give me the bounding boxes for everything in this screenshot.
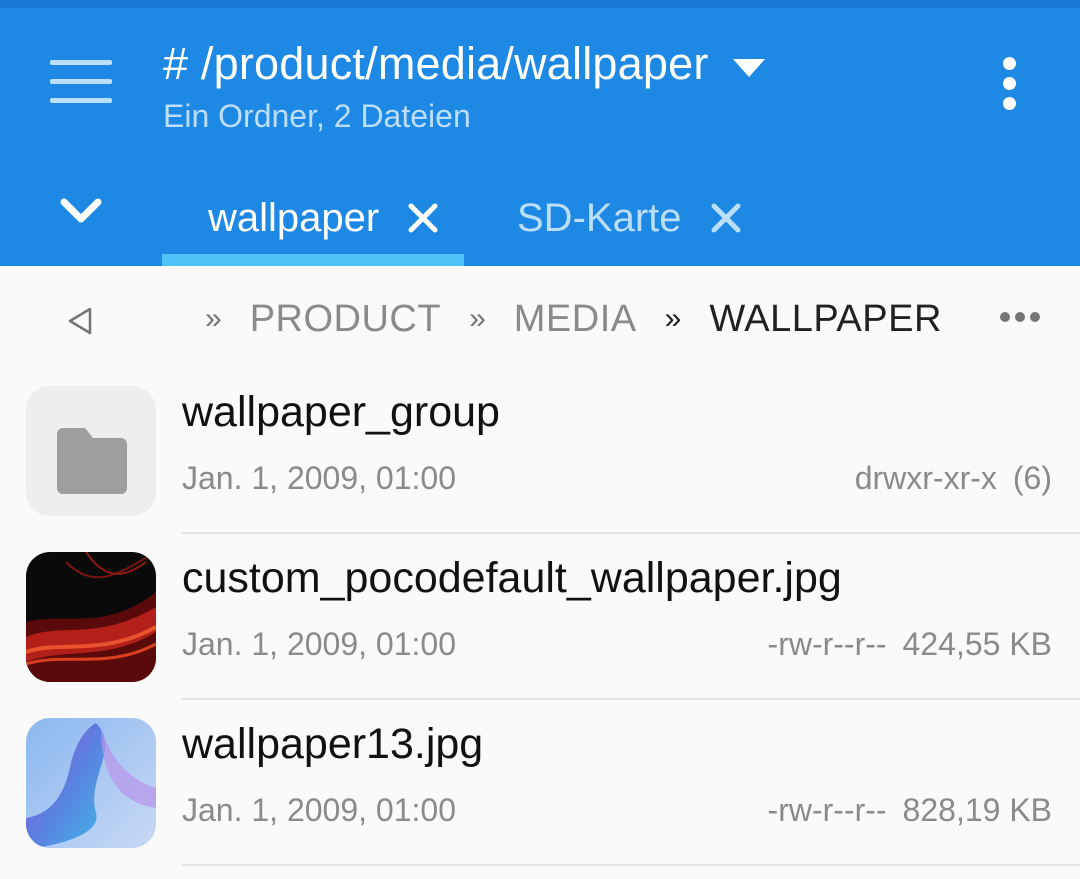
- file-size: (6): [1012, 460, 1052, 496]
- tab-label: SD-Karte: [517, 195, 682, 240]
- breadcrumb-media[interactable]: MEDIA: [514, 298, 637, 341]
- folder-thumbnail: [26, 386, 156, 516]
- file-size: 424,55 KB: [902, 626, 1052, 662]
- image-thumbnail: [26, 718, 156, 848]
- file-meta: drwxr-xr-x (6): [855, 460, 1052, 497]
- blue-purple-image: [26, 718, 156, 848]
- menu-icon[interactable]: [50, 60, 112, 104]
- file-permissions: -rw-r--r--: [767, 792, 887, 828]
- file-meta: -rw-r--r-- 424,55 KB: [768, 626, 1052, 663]
- file-permissions: drwxr-xr-x: [854, 460, 997, 496]
- file-date: Jan. 1, 2009, 01:00: [182, 460, 456, 496]
- breadcrumb-product[interactable]: PRODUCT: [250, 298, 441, 341]
- image-thumbnail: [26, 552, 156, 682]
- file-date: Jan. 1, 2009, 01:00: [182, 792, 456, 828]
- folder-summary: Ein Ordner, 2 Dateien: [163, 98, 471, 134]
- file-name: wallpaper_group: [182, 388, 500, 436]
- breadcrumb-wallpaper[interactable]: WALLPAPER: [709, 298, 942, 341]
- back-triangle-icon[interactable]: [66, 306, 96, 336]
- list-item[interactable]: custom_pocodefault_wallpaper.jpg Jan. 1,…: [0, 534, 1080, 700]
- breadcrumb-separator: »: [469, 302, 486, 335]
- close-icon[interactable]: [710, 202, 742, 234]
- app-bar: # /product/media/wallpaper Ein Ordner, 2…: [0, 0, 1080, 266]
- red-wave-image: [26, 552, 156, 682]
- file-name: custom_pocodefault_wallpaper.jpg: [182, 554, 842, 602]
- breadcrumb-separator: »: [664, 302, 682, 335]
- file-name: wallpaper13.jpg: [182, 720, 484, 768]
- breadcrumb-separator: »: [205, 302, 222, 335]
- list-item[interactable]: wallpaper_group Jan. 1, 2009, 01:00 drwx…: [0, 368, 1080, 534]
- tab-wallpaper[interactable]: wallpaper: [208, 170, 439, 266]
- more-horiz-icon[interactable]: [1000, 312, 1040, 324]
- tab-sd-karte[interactable]: SD-Karte: [517, 170, 742, 266]
- path-title-dropdown[interactable]: # /product/media/wallpaper: [163, 36, 765, 92]
- caret-down-icon: [732, 59, 765, 77]
- divider: [182, 864, 1080, 866]
- breadcrumb: » PRODUCT » MEDIA » WALLPAPER: [0, 266, 1080, 370]
- file-size: 828,19 KB: [902, 792, 1052, 828]
- page-title: # /product/media/wallpaper: [163, 38, 709, 89]
- tab-label: wallpaper: [208, 195, 380, 240]
- chevron-down-icon[interactable]: [58, 194, 104, 228]
- more-vert-icon[interactable]: [996, 55, 1024, 111]
- list-item[interactable]: wallpaper13.jpg Jan. 1, 2009, 01:00 -rw-…: [0, 700, 1080, 866]
- active-tab-indicator: [162, 254, 464, 266]
- close-icon[interactable]: [407, 202, 439, 234]
- status-strip: [0, 0, 1080, 8]
- file-date: Jan. 1, 2009, 01:00: [182, 626, 456, 662]
- file-permissions: -rw-r--r--: [767, 626, 887, 662]
- file-meta: -rw-r--r-- 828,19 KB: [768, 792, 1052, 829]
- folder-icon: [57, 428, 127, 494]
